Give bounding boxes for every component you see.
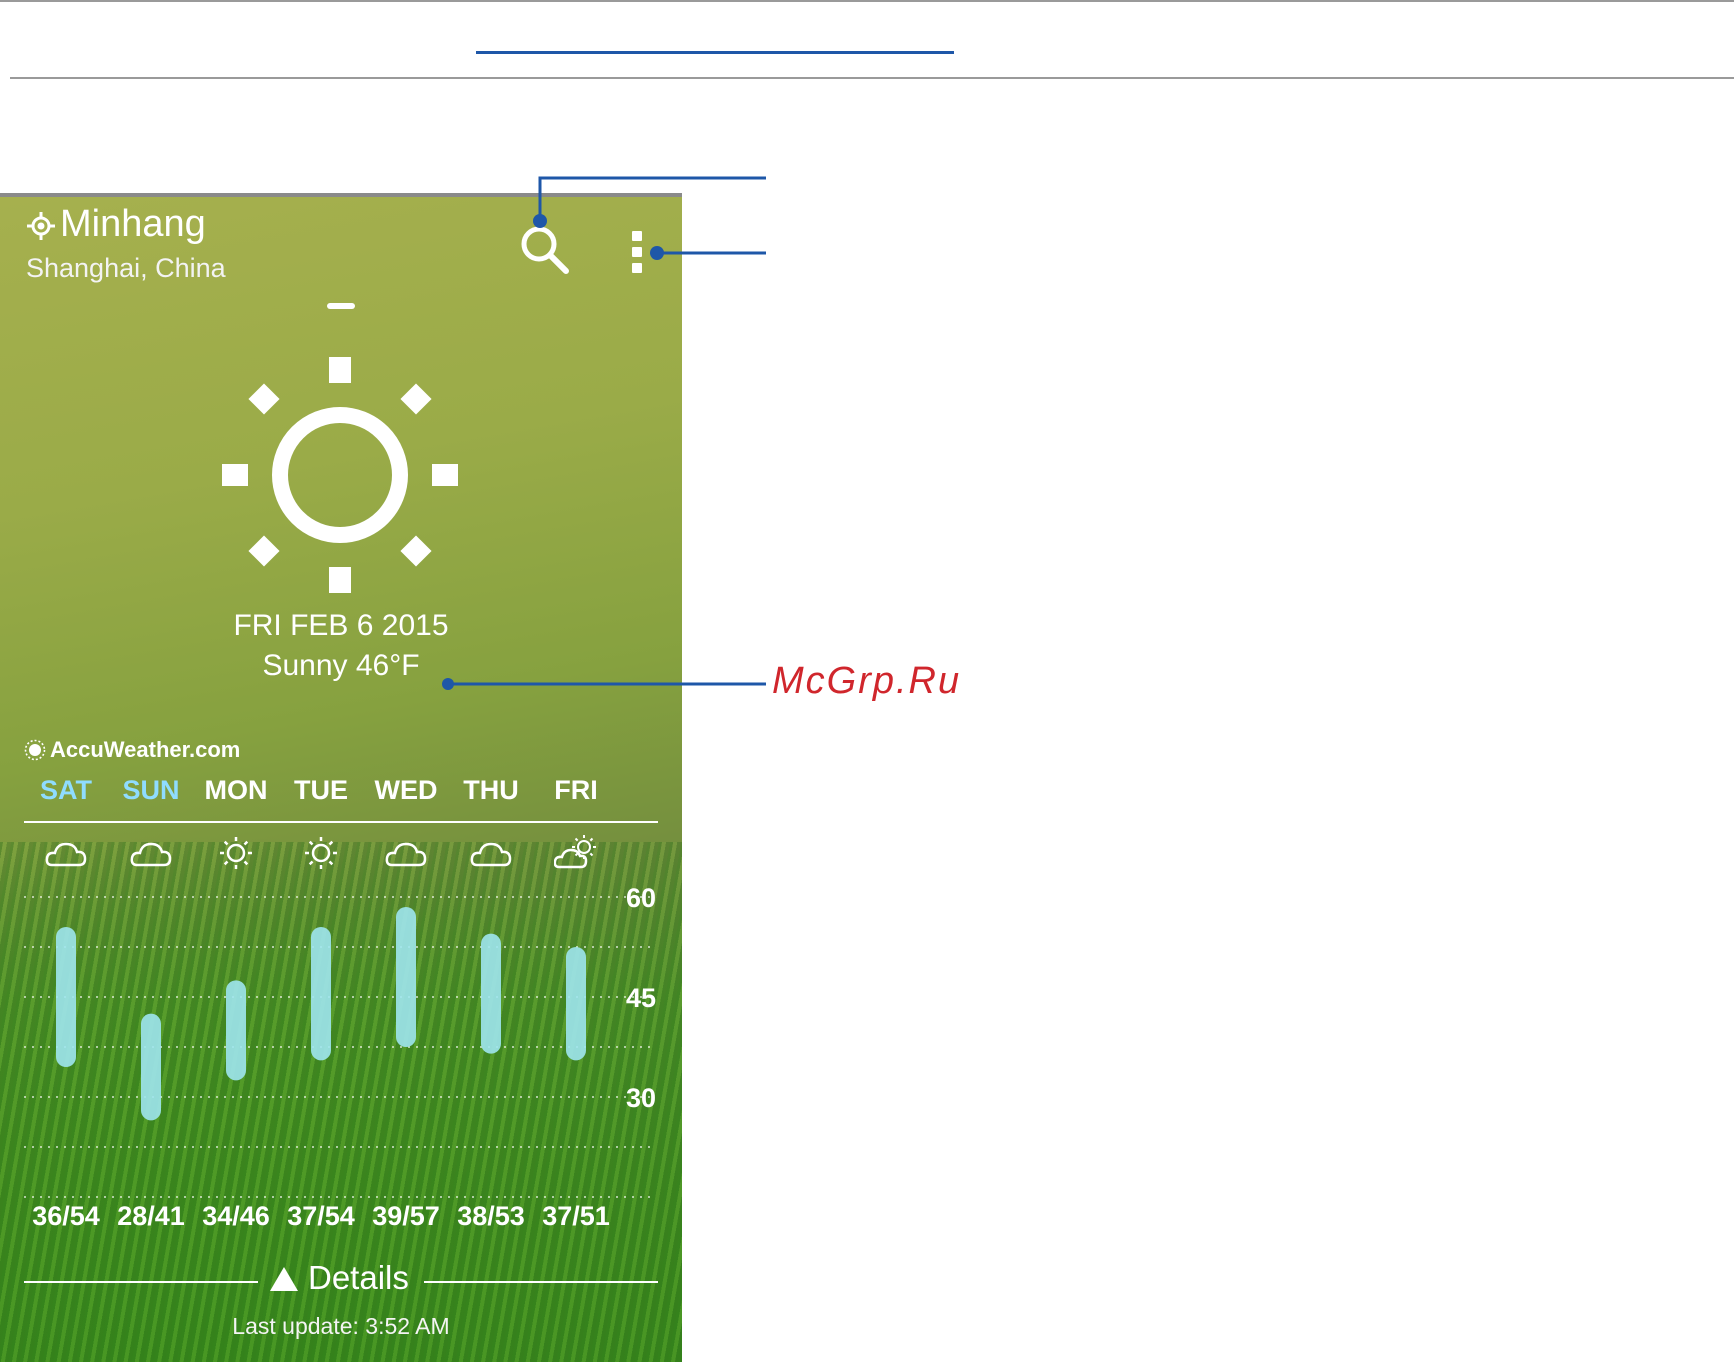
details-line-right — [424, 1281, 658, 1283]
header-rule-top — [0, 0, 1734, 2]
header-rule-bottom — [10, 77, 1734, 79]
details-line-left — [24, 1281, 258, 1283]
details-toggle[interactable]: Details — [24, 1259, 658, 1303]
last-update: Last update: 3:52 AM — [232, 1313, 450, 1339]
y-tick-label: 45 — [626, 983, 656, 1013]
details-label: Details — [308, 1259, 409, 1296]
triangle-up-icon — [270, 1267, 298, 1291]
watermark: McGrp.Ru — [772, 660, 962, 702]
temp-range-tue: 37/54 — [287, 1201, 355, 1231]
header-link-underline — [476, 51, 954, 54]
temp-range-mon: 34/46 — [202, 1201, 270, 1231]
temp-range-sat: 36/54 — [32, 1201, 100, 1231]
y-tick-label: 30 — [626, 1083, 656, 1113]
weather-app-screen: Minhang Shanghai, China FRI FEB 6 2015 S… — [0, 193, 682, 1362]
y-tick-label: 60 — [626, 883, 656, 913]
temperature-range-chart: 60 45 30 — [24, 883, 656, 1198]
temp-range-wed: 39/57 — [372, 1201, 440, 1231]
temp-range-fri: 37/51 — [542, 1201, 610, 1231]
temp-range-thu: 38/53 — [457, 1201, 525, 1231]
temp-range-sun: 28/41 — [117, 1201, 185, 1231]
